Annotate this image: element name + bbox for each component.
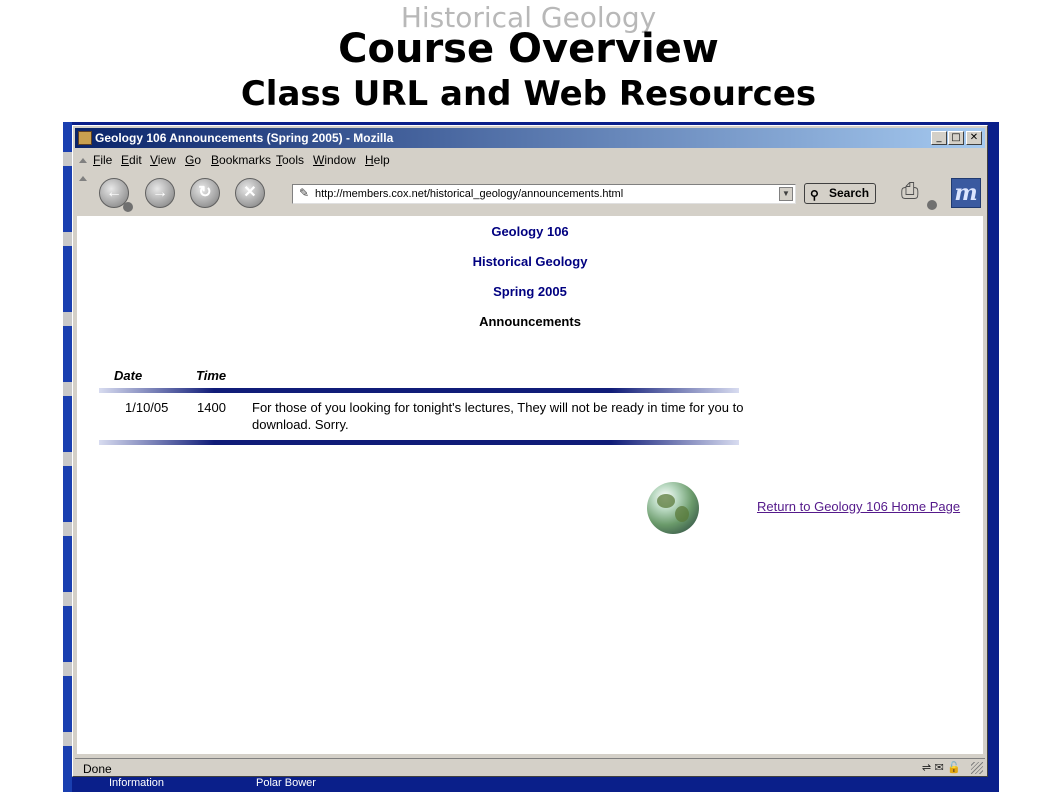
menu-file[interactable]: File [93, 153, 112, 167]
resize-grip-icon[interactable] [971, 762, 983, 774]
menu-view[interactable]: View [150, 153, 176, 167]
menu-help[interactable]: Help [365, 153, 390, 167]
desktop-icon[interactable] [63, 152, 72, 166]
column-header-time: Time [196, 368, 227, 383]
announcement-date: 1/10/05 [125, 400, 169, 415]
page-proxy-icon[interactable]: ✎ [299, 186, 309, 200]
globe-icon [647, 482, 699, 534]
desktop-icon[interactable] [63, 232, 72, 246]
taskbar-item-information[interactable]: Information [109, 777, 164, 789]
window-title: Geology 106 Announcements (Spring 2005) … [95, 131, 394, 145]
window-titlebar[interactable]: Geology 106 Announcements (Spring 2005) … [75, 128, 985, 148]
search-button-label: Search [829, 186, 870, 200]
security-lock-icon[interactable]: 🔓 [947, 761, 961, 774]
search-button[interactable]: ⚲ Search [804, 183, 876, 204]
menu-go[interactable]: Go [185, 153, 201, 167]
reload-button[interactable]: ↻ [190, 178, 220, 208]
browser-window: Geology 106 Announcements (Spring 2005) … [72, 125, 988, 777]
desktop-icon[interactable] [63, 382, 72, 396]
status-icons: ⇌ ✉ 🔓 [922, 761, 961, 774]
announcement-text: For those of you looking for tonight's l… [252, 400, 744, 432]
desktop-icon[interactable] [63, 312, 72, 326]
desktop-icon[interactable] [63, 592, 72, 606]
column-header-date: Date [114, 368, 143, 383]
desktop-icon[interactable] [63, 452, 72, 466]
status-bar: Done ⇌ ✉ 🔓 [75, 758, 985, 776]
course-name-heading: Historical Geology [472, 254, 588, 269]
forward-icon: → [152, 184, 168, 201]
stop-button[interactable]: ✕ [235, 178, 265, 208]
close-button[interactable]: ✕ [966, 131, 982, 145]
reload-icon: ↻ [198, 184, 212, 201]
menu-edit[interactable]: Edit [121, 153, 142, 167]
toolbar-grip-icon[interactable] [79, 176, 87, 181]
print-dropdown-icon[interactable] [927, 200, 937, 210]
back-history-dropdown-icon[interactable] [123, 202, 133, 212]
mail-status-icon[interactable]: ✉ [935, 761, 944, 774]
globe-land-shape [657, 494, 675, 508]
forward-button[interactable]: → [145, 178, 175, 208]
menu-bookmarks[interactable]: Bookmarks [211, 153, 271, 167]
section-heading: Announcements [479, 314, 581, 329]
stop-icon: ✕ [243, 184, 257, 201]
menubar: File Edit View Go Bookmarks Tools Window… [75, 150, 985, 170]
navigation-toolbar: ← → ↻ ✕ ✎ http://members.cox.net/histori… [75, 172, 985, 214]
mozilla-logo-icon[interactable]: m [951, 178, 981, 208]
term-heading: Spring 2005 [493, 284, 567, 299]
window-app-icon[interactable] [78, 131, 92, 145]
minimize-button[interactable]: _ [931, 131, 947, 145]
desktop-icon-strip [63, 122, 72, 792]
course-number-heading: Geology 106 [491, 224, 569, 239]
menu-window[interactable]: Window [313, 153, 356, 167]
taskbar-item-polar-bower[interactable]: Polar Bower [256, 777, 316, 789]
url-text[interactable]: http://members.cox.net/historical_geolog… [315, 188, 623, 200]
announcement-time: 1400 [197, 400, 226, 415]
desktop-icon[interactable] [63, 732, 72, 746]
search-icon: ⚲ [810, 188, 819, 202]
url-history-dropdown-icon[interactable]: ▼ [779, 187, 793, 201]
return-home-link[interactable]: Return to Geology 106 Home Page [757, 499, 960, 514]
menu-tools[interactable]: Tools [276, 153, 304, 167]
maximize-button[interactable]: □ [948, 131, 964, 145]
slide-title: Course Overview [338, 26, 719, 72]
print-icon[interactable]: ⎙ [901, 178, 929, 203]
desktop-icon[interactable] [63, 522, 72, 536]
desktop-icon[interactable] [63, 662, 72, 676]
back-icon: ← [106, 184, 122, 201]
toolbar-grip-icon[interactable] [79, 158, 87, 163]
globe-land-shape [675, 506, 689, 522]
online-status-icon[interactable]: ⇌ [922, 761, 931, 774]
slide-heading: Class URL and Web Resources [240, 74, 817, 114]
url-bar[interactable]: ✎ http://members.cox.net/historical_geol… [292, 184, 796, 204]
footer-rule [99, 440, 739, 445]
status-text: Done [83, 762, 112, 776]
header-rule [99, 388, 739, 393]
page-content: Geology 106 Historical Geology Spring 20… [77, 216, 983, 754]
screenshot-frame: Information Polar Bower Geology 106 Anno… [63, 122, 999, 792]
